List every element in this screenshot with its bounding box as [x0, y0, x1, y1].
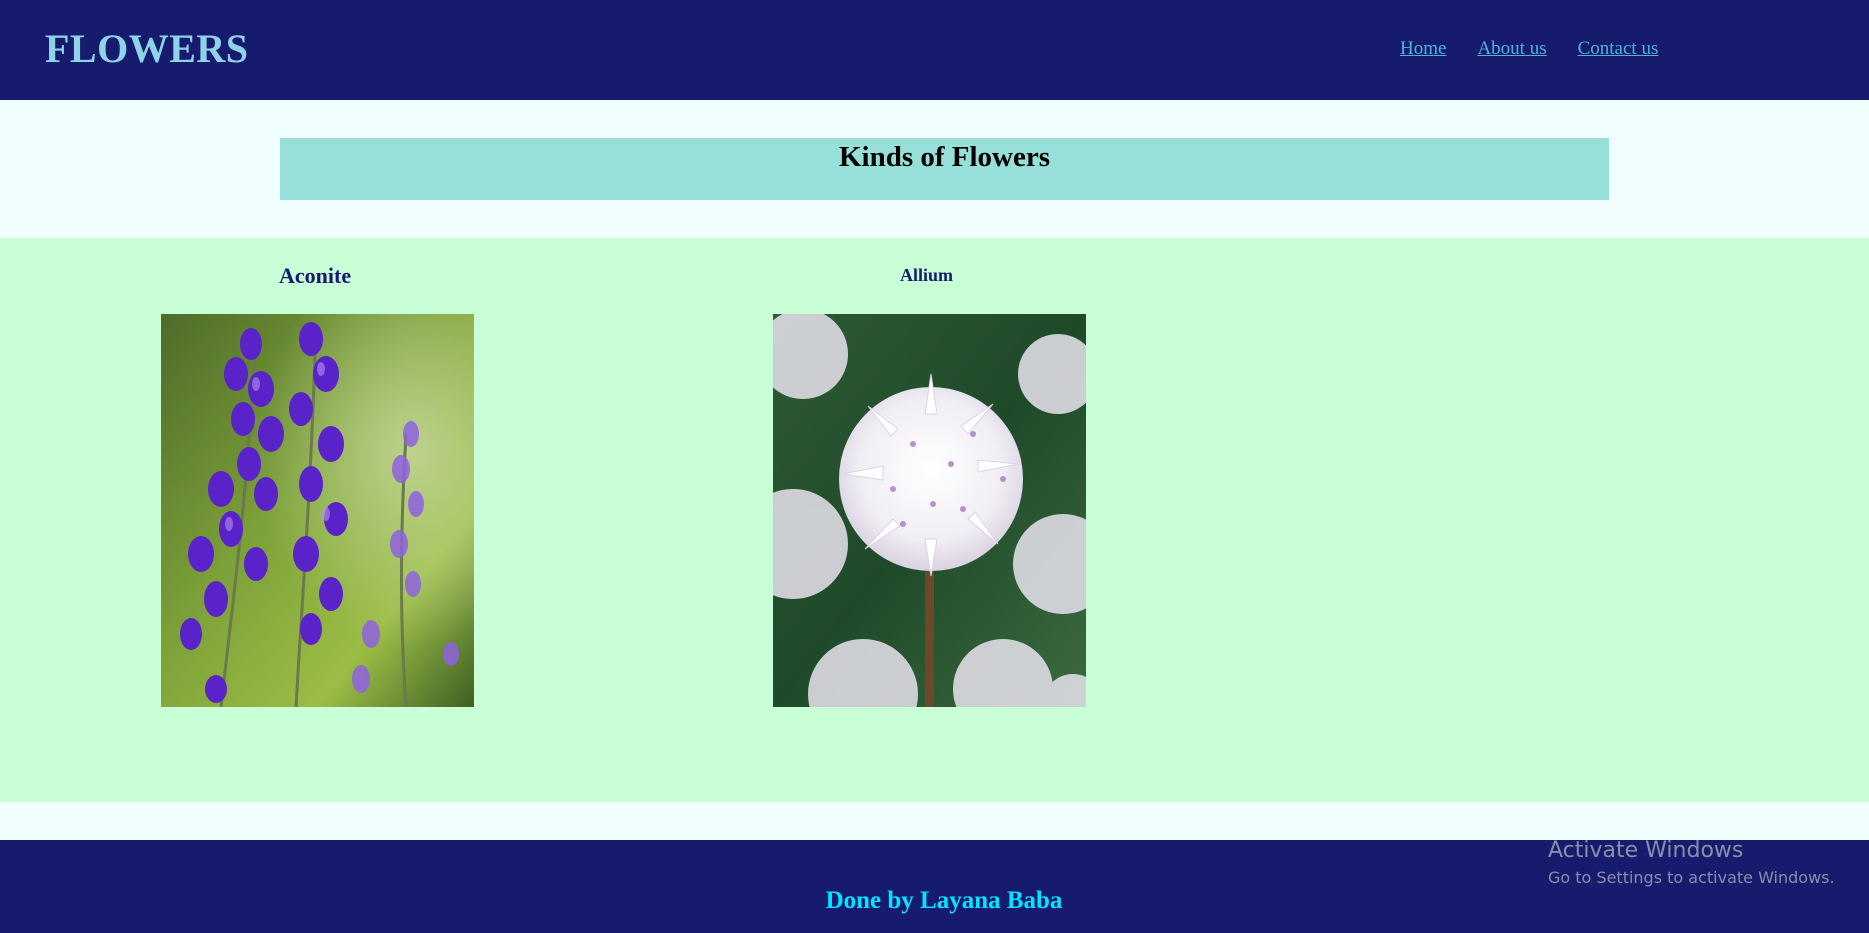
watermark-subtitle: Go to Settings to activate Windows.	[1548, 868, 1835, 887]
aconite-image	[161, 314, 474, 707]
main-nav: Home About us Contact us	[1400, 38, 1658, 60]
nav-link-home[interactable]: Home	[1400, 38, 1446, 60]
nav-link-contact-us[interactable]: Contact us	[1578, 38, 1659, 60]
site-header: FLOWERS Home About us Contact us	[0, 0, 1869, 100]
flower-name-allium: Allium	[900, 265, 954, 285]
nav-link-about-us[interactable]: About us	[1477, 38, 1546, 60]
footer-credit: Done by Layana Baba	[825, 887, 1063, 914]
site-brand: FLOWERS	[45, 26, 249, 71]
flower-name-aconite: Aconite	[279, 263, 352, 288]
watermark-title: Activate Windows	[1548, 838, 1744, 863]
page-title-band: Kinds of Flowers	[280, 138, 1609, 200]
flower-gallery: Aconite Allium	[0, 238, 1869, 802]
windows-activation-watermark: Activate Windows Go to Settings to activ…	[1548, 838, 1835, 888]
page-title: Kinds of Flowers	[838, 141, 1051, 173]
allium-image	[773, 314, 1086, 707]
